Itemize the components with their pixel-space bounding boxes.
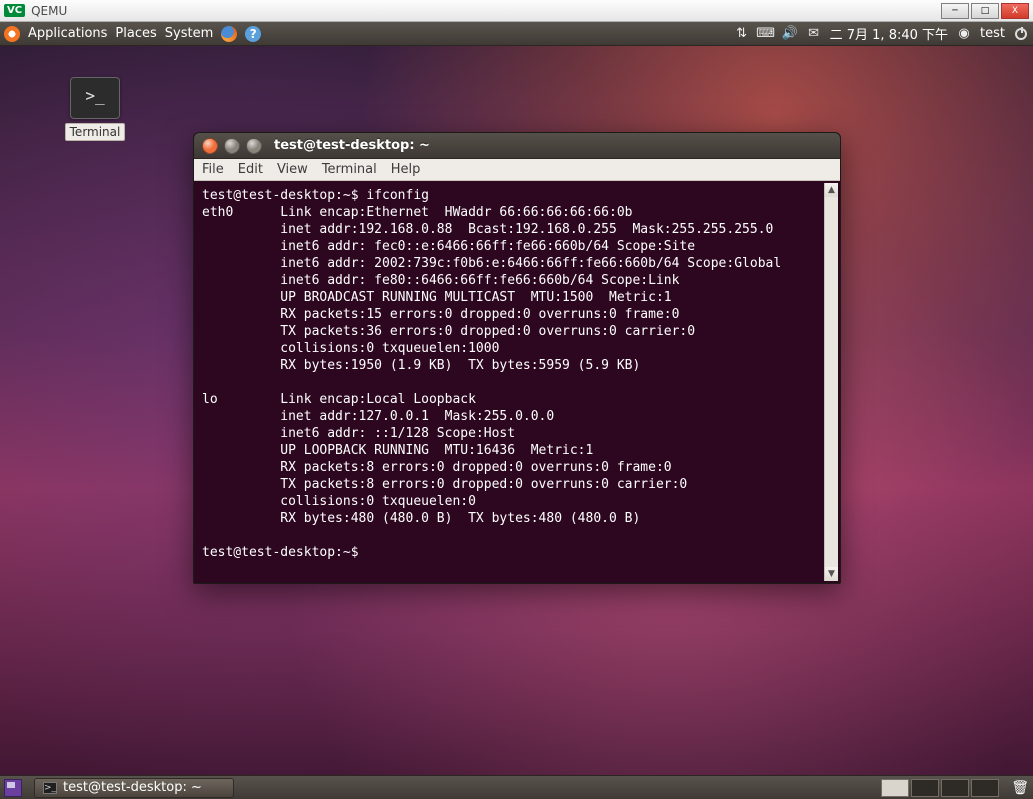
terminal-title: test@test-desktop: ~ — [274, 138, 430, 153]
mail-indicator-icon[interactable]: ✉ — [806, 26, 822, 42]
host-window-title: QEMU — [31, 4, 67, 18]
trash-icon[interactable]: 🗑 — [1011, 780, 1029, 796]
gnome-panel-top: Applications Places System ? ⇅ ⌨ 🔊 ✉ 二 7… — [0, 22, 1033, 46]
applications-menu[interactable]: Applications — [28, 26, 107, 41]
terminal-menu-help[interactable]: Help — [391, 162, 421, 177]
host-maximize-button[interactable]: □ — [971, 3, 999, 19]
clock[interactable]: 二 7月 1, 8:40 下午 — [830, 24, 948, 43]
show-desktop-button[interactable] — [4, 779, 22, 797]
terminal-window[interactable]: test@test-desktop: ~ File Edit View Term… — [193, 132, 841, 584]
terminal-icon: >_ — [70, 77, 120, 119]
help-launcher-icon[interactable]: ? — [245, 26, 261, 42]
gnome-panel-bottom: >_ test@test-desktop: ~ 🗑 — [0, 775, 1033, 799]
desktop-icon-terminal[interactable]: >_ Terminal — [55, 77, 135, 141]
user-switch-icon[interactable]: ◉ — [956, 26, 972, 42]
session-power-icon[interactable] — [1013, 26, 1029, 42]
scrollbar-up-arrow[interactable]: ▲ — [825, 183, 838, 197]
vnc-icon: VC — [4, 4, 25, 17]
host-window-titlebar: VC QEMU ─ □ X — [0, 0, 1033, 22]
workspace-switcher[interactable] — [881, 779, 999, 797]
taskbar-entry-terminal[interactable]: >_ test@test-desktop: ~ — [34, 778, 234, 798]
terminal-titlebar[interactable]: test@test-desktop: ~ — [194, 133, 840, 159]
host-minimize-button[interactable]: ─ — [941, 3, 969, 19]
volume-indicator-icon[interactable]: 🔊 — [782, 26, 798, 42]
terminal-scrollbar[interactable]: ▲ ▼ — [824, 183, 838, 581]
terminal-menu-file[interactable]: File — [202, 162, 224, 177]
terminal-menu-terminal[interactable]: Terminal — [322, 162, 377, 177]
firefox-launcher-icon[interactable] — [221, 26, 237, 42]
workspace-1[interactable] — [881, 779, 909, 797]
workspace-3[interactable] — [941, 779, 969, 797]
keyboard-indicator-icon[interactable]: ⌨ — [758, 26, 774, 42]
window-minimize-button[interactable] — [224, 138, 240, 154]
terminal-menu-edit[interactable]: Edit — [238, 162, 263, 177]
user-menu[interactable]: test — [980, 26, 1005, 41]
system-menu[interactable]: System — [165, 26, 213, 41]
workspace-2[interactable] — [911, 779, 939, 797]
terminal-output[interactable]: test@test-desktop:~$ ifconfig eth0 Link … — [196, 183, 840, 581]
host-close-button[interactable]: X — [1001, 3, 1029, 19]
scrollbar-down-arrow[interactable]: ▼ — [825, 567, 838, 581]
ubuntu-logo-icon[interactable] — [4, 26, 20, 42]
terminal-task-icon: >_ — [43, 782, 57, 794]
terminal-menu-view[interactable]: View — [277, 162, 308, 177]
desktop-icon-label: Terminal — [65, 123, 126, 141]
network-indicator-icon[interactable]: ⇅ — [734, 26, 750, 42]
window-close-button[interactable] — [202, 138, 218, 154]
places-menu[interactable]: Places — [115, 26, 156, 41]
taskbar-entry-title: test@test-desktop: ~ — [63, 780, 202, 795]
workspace-4[interactable] — [971, 779, 999, 797]
guest-desktop[interactable]: Applications Places System ? ⇅ ⌨ 🔊 ✉ 二 7… — [0, 22, 1033, 799]
window-maximize-button[interactable] — [246, 138, 262, 154]
terminal-menubar: File Edit View Terminal Help — [194, 159, 840, 181]
